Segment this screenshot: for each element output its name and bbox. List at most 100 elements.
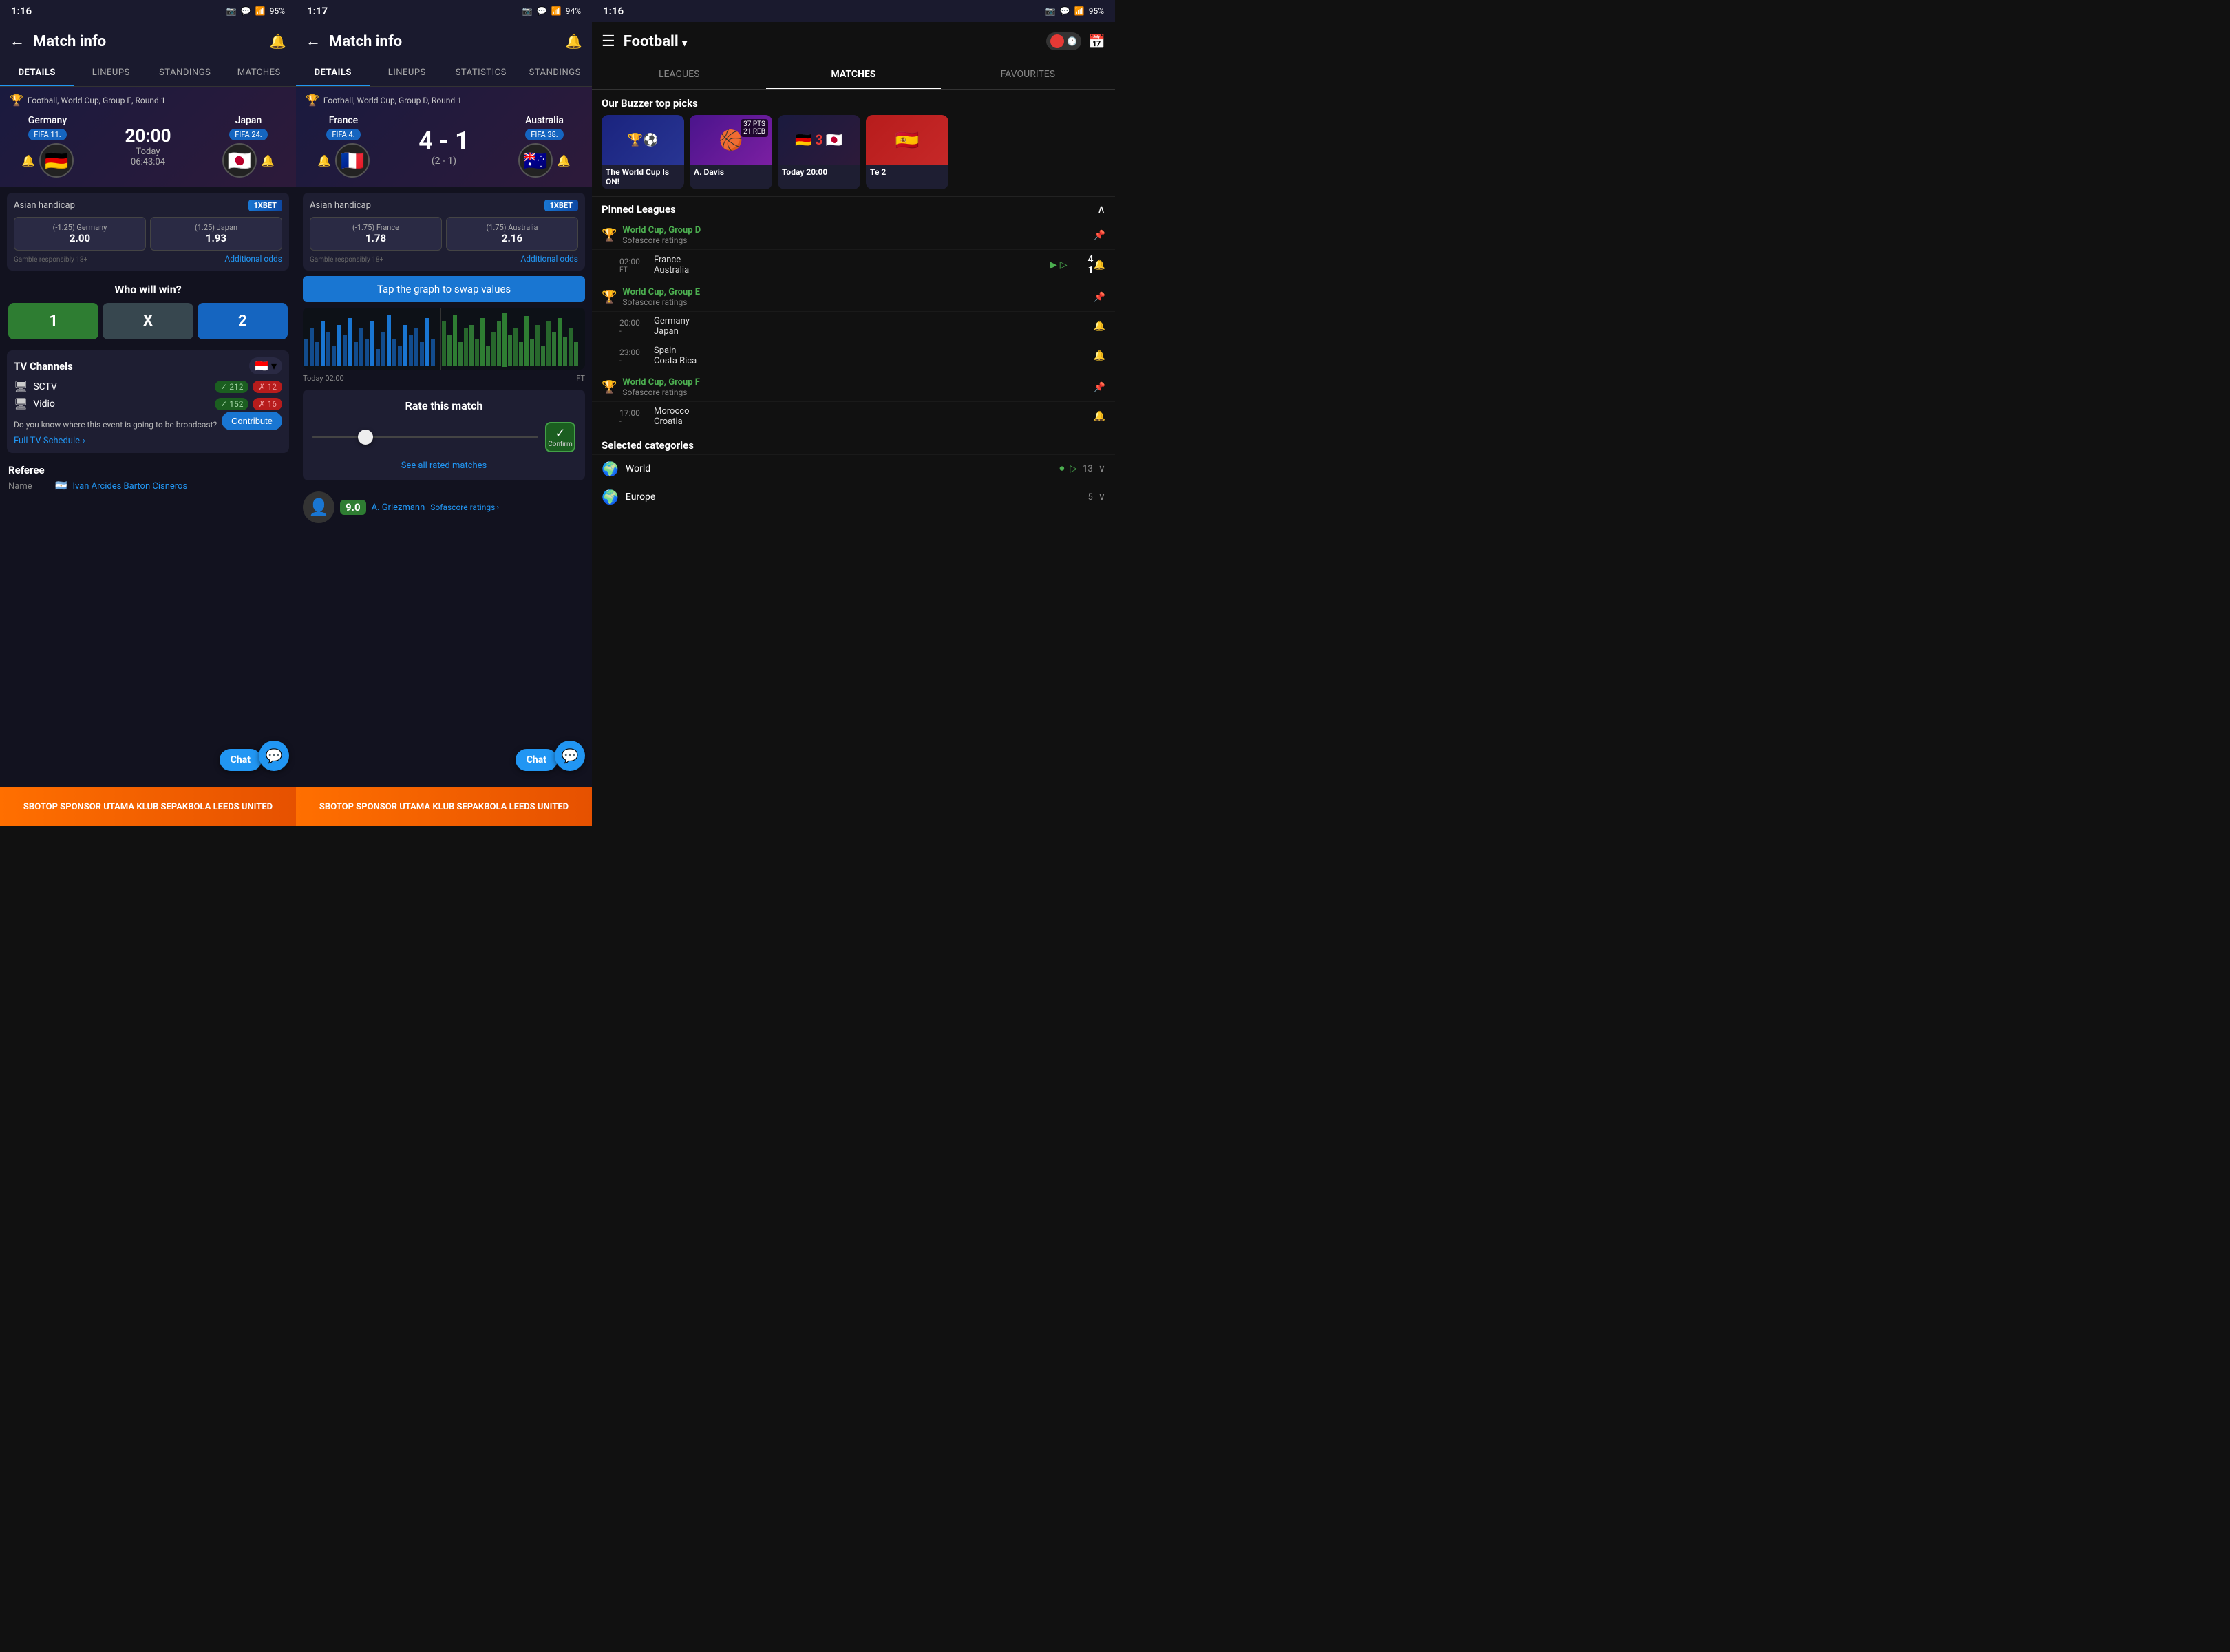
add-odds-2[interactable]: Additional odds (520, 254, 578, 264)
tab-matches-1[interactable]: MATCHES (222, 61, 297, 86)
pinned-collapse-button[interactable]: ∧ (1097, 202, 1105, 215)
odds-btn2-2[interactable]: (1.75) Australia 2.16 (446, 217, 578, 251)
buzzer-card-te2[interactable]: 🇪🇸 Te 2 (866, 115, 948, 189)
league-sub-d: Sofascore ratings (622, 235, 1087, 245)
match-chart[interactable] (303, 308, 585, 370)
buzzer-card-worldcup[interactable]: 🏆⚽ The World Cup Is ON! (602, 115, 684, 189)
buzzer-card-adavis[interactable]: 37 PTS21 REB 🏀 A. Davis (690, 115, 772, 189)
rate-title: Rate this match (312, 399, 575, 412)
rate-slider-thumb[interactable] (358, 430, 373, 445)
calendar-icon[interactable]: 📅 (1088, 33, 1105, 50)
back-button-2[interactable]: ← (306, 32, 321, 50)
buzzer-card-gervsjpn[interactable]: 🇩🇪 3 🇯🇵 Today 20:00 (778, 115, 860, 189)
tab-lineups-1[interactable]: LINEUPS (74, 61, 149, 86)
chat-button-2[interactable]: Chat (516, 749, 558, 771)
match-countdown-1: 06:43:04 (125, 157, 171, 167)
sofascore-link[interactable]: Sofascore ratings › (430, 502, 499, 512)
chat-button-1[interactable]: Chat (220, 749, 262, 771)
tab-standings-1[interactable]: STANDINGS (148, 61, 222, 86)
panel-left: 1:16 📷 💬 📶 95% ← Match info 🔔 DETAILS LI… (0, 0, 296, 826)
team2-bell-2[interactable]: 🔔 (557, 154, 571, 167)
bell-icon-2[interactable]: 🔔 (565, 33, 582, 50)
categories-title: Selected categories (592, 434, 1115, 454)
league-group-d: 🏆 World Cup, Group D Sofascore ratings 📌… (592, 221, 1115, 280)
wwwin-btnx[interactable]: X (103, 303, 193, 339)
tap-graph-button[interactable]: Tap the graph to swap values (303, 276, 585, 302)
team1-name-2: France (329, 115, 358, 126)
stat-green-vidio: ✓ 152 (215, 398, 248, 410)
rate-slider[interactable] (312, 436, 538, 438)
pin-icon-e[interactable]: 📌 (1094, 292, 1105, 303)
pin-icon-d[interactable]: 📌 (1094, 230, 1105, 241)
tv-question-1: Do you know where this event is going to… (14, 420, 217, 430)
buzzer-title: Our Buzzer top picks (602, 97, 1105, 109)
team2-bell-1[interactable]: 🔔 (261, 154, 275, 167)
referee-val-1[interactable]: Ivan Arcides Barton Cisneros (72, 481, 187, 491)
tab-details-1[interactable]: DETAILS (0, 61, 74, 86)
team1-bell-1[interactable]: 🔔 (21, 154, 35, 167)
hamburger-menu[interactable]: ☰ (602, 33, 615, 50)
panel2-content: 🏆 Football, World Cup, Group D, Round 1 … (296, 87, 592, 826)
league-header-e: 🏆 World Cup, Group E Sofascore ratings 📌 (592, 283, 1115, 311)
player-name[interactable]: A. Griezmann (372, 502, 425, 513)
back-button-1[interactable]: ← (10, 32, 25, 50)
wwwin-btn1[interactable]: 1 (8, 303, 98, 339)
match-item-ger-jpn[interactable]: 20:00 - Germany Japan 🔔 (592, 311, 1115, 341)
wwwin-title-1: Who will win? (8, 283, 288, 296)
odds-brand-2[interactable]: 1XBET (544, 200, 578, 211)
status-bar-2: 1:17 📷 💬 📶 94% (296, 0, 592, 22)
chart-label-right: FT (576, 374, 585, 383)
chat-icon-button-1[interactable]: 💬 (259, 741, 289, 771)
tab-matches[interactable]: MATCHES (766, 61, 940, 89)
category-europe[interactable]: 🌍 Europe 5 ∨ (592, 483, 1115, 511)
category-world[interactable]: 🌍 World ⏺ ▷ 13 ∨ (592, 454, 1115, 483)
notify-icon-ger[interactable]: 🔔 (1094, 321, 1105, 332)
add-odds-1[interactable]: Additional odds (224, 254, 282, 264)
odds-btn2-1[interactable]: (1.25) Japan 1.93 (150, 217, 282, 251)
contribute-button-1[interactable]: Contribute (222, 412, 282, 430)
referee-section-1: Referee Name 🇦🇷 Ivan Arcides Barton Cisn… (0, 457, 296, 498)
pin-icon-f[interactable]: 📌 (1094, 382, 1105, 393)
odds-btn1-2[interactable]: (-1.75) France 1.78 (310, 217, 442, 251)
notify-icon-mar[interactable]: 🔔 (1094, 411, 1105, 422)
bell-icon-1[interactable]: 🔔 (269, 33, 286, 50)
notify-icon-esp[interactable]: 🔔 (1094, 350, 1105, 361)
full-schedule-link-1[interactable]: Full TV Schedule › (14, 436, 282, 446)
match-banner-2: 🏆 Football, World Cup, Group D, Round 1 … (296, 87, 592, 187)
wwwin-btn2[interactable]: 2 (198, 303, 288, 339)
league-name-col-e: World Cup, Group E Sofascore ratings (622, 287, 1087, 307)
tab-lineups-2[interactable]: LINEUPS (370, 61, 445, 86)
buzzer-card-img-worldcup: 🏆⚽ (602, 115, 684, 165)
tab-leagues[interactable]: LEAGUES (592, 61, 766, 89)
referee-title-1: Referee (8, 464, 288, 476)
notify-icon-fra[interactable]: 🔔 (1094, 260, 1105, 271)
chat-icon-button-2[interactable]: 💬 (555, 741, 585, 771)
tab-details-2[interactable]: DETAILS (296, 61, 370, 86)
see-rated-link[interactable]: See all rated matches (312, 460, 575, 471)
buzzer-cards: 🏆⚽ The World Cup Is ON! 37 PTS21 REB 🏀 A… (602, 115, 1105, 189)
match-item-esp-cri[interactable]: 23:00 - Spain Costa Rica 🔔 (592, 341, 1115, 370)
teams-row-1: Germany FIFA 11. 🔔 🇩🇪 20:00 Today 06:43:… (10, 112, 286, 180)
confirm-button[interactable]: ✓ Confirm (545, 422, 575, 452)
chart-right (442, 313, 578, 367)
ad-banner-2[interactable]: SBOTOP SPONSOR UTAMA KLUB SEPAKBOLA LEED… (296, 787, 592, 826)
live-toggle[interactable]: 🕐 (1046, 32, 1081, 50)
title-dropdown-arrow[interactable]: ▾ (682, 38, 687, 49)
team2-flag-1: 🇯🇵 (222, 143, 257, 178)
play-icon-fra[interactable]: ▷ (1060, 260, 1068, 271)
buzzer-card-label-te2: Te 2 (866, 165, 948, 180)
team1-bell-2[interactable]: 🔔 (317, 154, 331, 167)
tab-standings-2[interactable]: STANDINGS (518, 61, 593, 86)
tab-statistics-2[interactable]: STATISTICS (444, 61, 518, 86)
ad-banner-1[interactable]: SBOTOP SPONSOR UTAMA KLUB SEPAKBOLA LEED… (0, 787, 296, 826)
flag-select-1[interactable]: 🇮🇩 ▾ (249, 357, 282, 374)
odds-brand-1[interactable]: 1XBET (248, 200, 282, 211)
league-group-f: 🏆 World Cup, Group F Sofascore ratings 📌… (592, 373, 1115, 431)
match-item-mar-cro[interactable]: 17:00 - Morocco Croatia 🔔 (592, 401, 1115, 431)
tab-favourites[interactable]: FAVOURITES (941, 61, 1115, 89)
match-banner-1: 🏆 Football, World Cup, Group E, Round 1 … (0, 87, 296, 187)
match-item-fra-aus[interactable]: 02:00 FT France Australia ▶ ▷ 4 1 (592, 249, 1115, 280)
stat-red-sctv: ✗ 12 (253, 381, 282, 393)
odds-btn1-1[interactable]: (-1.25) Germany 2.00 (14, 217, 146, 251)
stat-green-sctv: ✓ 212 (215, 381, 248, 393)
